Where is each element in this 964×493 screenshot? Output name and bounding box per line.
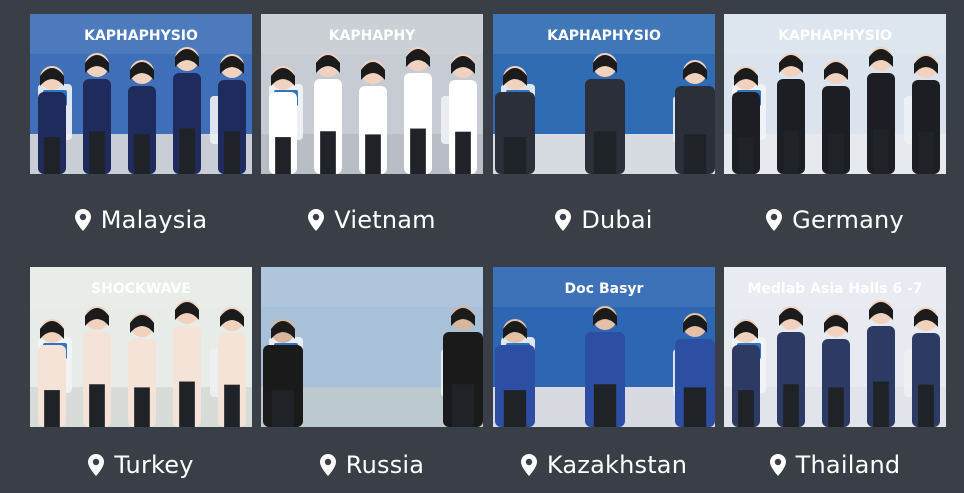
gallery-card-kazakhstan: Doc Basyr Kazakhstan [493, 267, 715, 483]
svg-text:Doc Basyr: Doc Basyr [565, 281, 644, 297]
location-caption: Dubai [493, 202, 715, 238]
country-label: Dubai [581, 206, 653, 234]
map-pin-icon [74, 209, 91, 231]
gallery-card-thailand: Medlab Asia Halls 6 -7 Thailand [724, 267, 946, 483]
exhibition-photo: SHOCKWAVE [30, 267, 252, 427]
exhibition-photo: KAPHAPHY [261, 14, 483, 174]
gallery-card-turkey: SHOCKWAVE Turkey [30, 267, 252, 483]
photo-scene: KAPHAPHYSIO [724, 14, 946, 174]
country-label: Vietnam [334, 206, 436, 234]
svg-text:KAPHAPHY: KAPHAPHY [329, 28, 416, 44]
exhibition-photo: Doc Basyr [493, 267, 715, 427]
photo-scene: SHOCKWAVE [30, 267, 252, 427]
location-caption: Russia [261, 447, 483, 483]
country-label: Malaysia [100, 206, 208, 234]
location-caption: Malaysia [30, 202, 252, 238]
svg-text:Medlab Asia Halls 6 -7: Medlab Asia Halls 6 -7 [747, 281, 922, 297]
gallery-card-vietnam: KAPHAPHY Vietnam [261, 14, 483, 238]
gallery-card-dubai: KAPHAPHYSIO Dubai [493, 14, 715, 238]
gallery-card-russia: Russia [261, 267, 483, 483]
svg-text:SHOCKWAVE: SHOCKWAVE [91, 281, 191, 297]
gallery-card-germany: KAPHAPHYSIO Germany [724, 14, 946, 238]
photo-scene [261, 267, 483, 427]
svg-text:KAPHAPHYSIO: KAPHAPHYSIO [84, 28, 198, 44]
photo-scene: Doc Basyr [493, 267, 715, 427]
country-label: Thailand [795, 451, 901, 479]
photo-scene: KAPHAPHY [261, 14, 483, 174]
country-label: Russia [345, 451, 425, 479]
location-caption: Kazakhstan [493, 447, 715, 483]
map-pin-icon [319, 454, 336, 476]
exhibition-photo [261, 267, 483, 427]
gallery-card-malaysia: KAPHAPHYSIO Malaysia [30, 14, 252, 238]
country-label: Germany [792, 206, 904, 234]
location-caption: Vietnam [261, 202, 483, 238]
exhibition-gallery: KAPHAPHYSIO Malaysia KAPHAPHY Vietnam KA… [0, 0, 964, 493]
svg-text:KAPHAPHYSIO: KAPHAPHYSIO [778, 28, 892, 44]
map-pin-icon [520, 454, 537, 476]
exhibition-photo: Medlab Asia Halls 6 -7 [724, 267, 946, 427]
map-pin-icon [766, 209, 783, 231]
exhibition-photo: KAPHAPHYSIO [724, 14, 946, 174]
exhibition-photo: KAPHAPHYSIO [30, 14, 252, 174]
photo-scene: Medlab Asia Halls 6 -7 [724, 267, 946, 427]
map-pin-icon [555, 209, 572, 231]
location-caption: Turkey [30, 447, 252, 483]
photo-scene: KAPHAPHYSIO [30, 14, 252, 174]
map-pin-icon [88, 454, 105, 476]
photo-scene: KAPHAPHYSIO [493, 14, 715, 174]
exhibition-photo: KAPHAPHYSIO [493, 14, 715, 174]
location-caption: Germany [724, 202, 946, 238]
location-caption: Thailand [724, 447, 946, 483]
svg-text:KAPHAPHYSIO: KAPHAPHYSIO [547, 28, 661, 44]
map-pin-icon [308, 209, 325, 231]
country-label: Turkey [114, 451, 194, 479]
map-pin-icon [769, 454, 786, 476]
country-label: Kazakhstan [546, 451, 688, 479]
